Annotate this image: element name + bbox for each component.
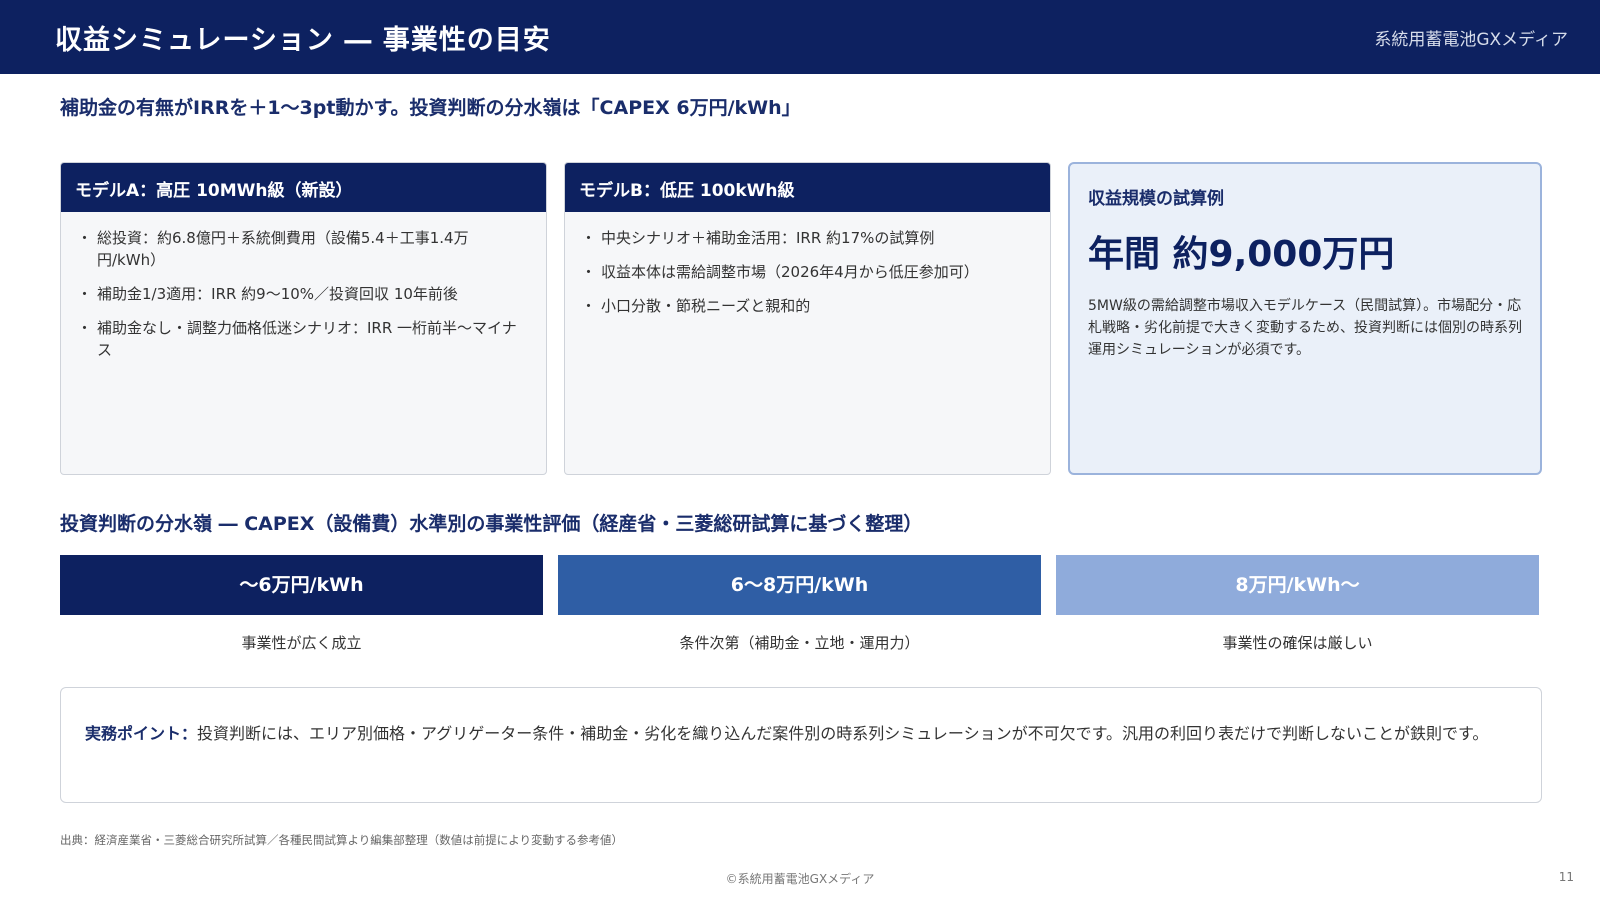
practical-point-label: 実務ポイント： xyxy=(85,724,198,743)
tier-high-caption: 事業性の確保は厳しい xyxy=(1222,634,1373,652)
model-a-title: モデルA：高圧 10MWh級（新設） xyxy=(61,163,546,212)
tier-high-capex: 8万円/kWh〜 xyxy=(1056,555,1539,615)
brand-name: 系統用蓄電池GXメディア xyxy=(1374,30,1568,50)
lead-message: 補助金の有無がIRRを＋1〜3pt動かす。投資判断の分水嶺は「CAPEX 6万円… xyxy=(60,97,801,119)
revenue-label: 収益規模の試算例 xyxy=(1088,189,1224,209)
practical-point-text: 投資判断には、エリア別価格・アグリゲーター条件・補助金・劣化を織り込んだ案件別の… xyxy=(197,724,1489,743)
page-title: 収益シミュレーション ― 事業性の目安 xyxy=(55,25,551,56)
model-b-bullet: 収益本体は需給調整市場（2026年4月から低圧参加可） xyxy=(581,261,1032,283)
tier-low-capex: 〜6万円/kWh xyxy=(60,555,543,615)
revenue-description: 5MW級の需給調整市場収入モデルケース（民間試算）。市場配分・応札戦略・劣化前提… xyxy=(1088,298,1522,358)
model-b-title: モデルB：低圧 100kWh級 xyxy=(565,163,1050,212)
model-b-bullet: 小口分散・節税ニーズと親和的 xyxy=(581,295,1032,317)
footer-copyright: ©系統用蓄電池GXメディア xyxy=(725,872,875,886)
model-a-bullet: 補助金なし・調整力価格低迷シナリオ：IRR 一桁前半〜マイナス xyxy=(77,317,528,361)
page-number: 11 xyxy=(1558,870,1574,884)
tier-mid-capex: 6〜8万円/kWh xyxy=(558,555,1041,615)
revenue-example-card: 収益規模の試算例 年間 約9,000万円 5MW級の需給調整市場収入モデルケース… xyxy=(1068,162,1542,475)
model-a-bullet: 補助金1/3適用：IRR 約9〜10%／投資回収 10年前後 xyxy=(77,283,528,305)
tier-low-caption: 事業性が広く成立 xyxy=(241,634,362,652)
tier-mid-caption: 条件次第（補助金・立地・運用力） xyxy=(679,634,920,652)
model-b-bullet: 中央シナリオ＋補助金活用：IRR 約17%の試算例 xyxy=(581,227,1032,249)
section-title: 投資判断の分水嶺 ― CAPEX（設備費）水準別の事業性評価（経産省・三菱総研試… xyxy=(60,513,923,535)
practical-point-box: 実務ポイント：投資判断には、エリア別価格・アグリゲーター条件・補助金・劣化を織り… xyxy=(60,687,1542,803)
source-note: 出典：経済産業省・三菱総合研究所試算／各種民間試算より編集部整理（数値は前提によ… xyxy=(60,833,624,847)
revenue-value: 年間 約9,000万円 xyxy=(1088,234,1395,275)
header-bar: 収益シミュレーション ― 事業性の目安 系統用蓄電池GXメディア xyxy=(0,0,1600,74)
model-b-card: モデルB：低圧 100kWh級 中央シナリオ＋補助金活用：IRR 約17%の試算… xyxy=(564,162,1051,475)
model-a-card: モデルA：高圧 10MWh級（新設） 総投資：約6.8億円＋系統側費用（設備5.… xyxy=(60,162,547,475)
model-a-bullet: 総投資：約6.8億円＋系統側費用（設備5.4＋工事1.4万円/kWh） xyxy=(77,227,528,271)
